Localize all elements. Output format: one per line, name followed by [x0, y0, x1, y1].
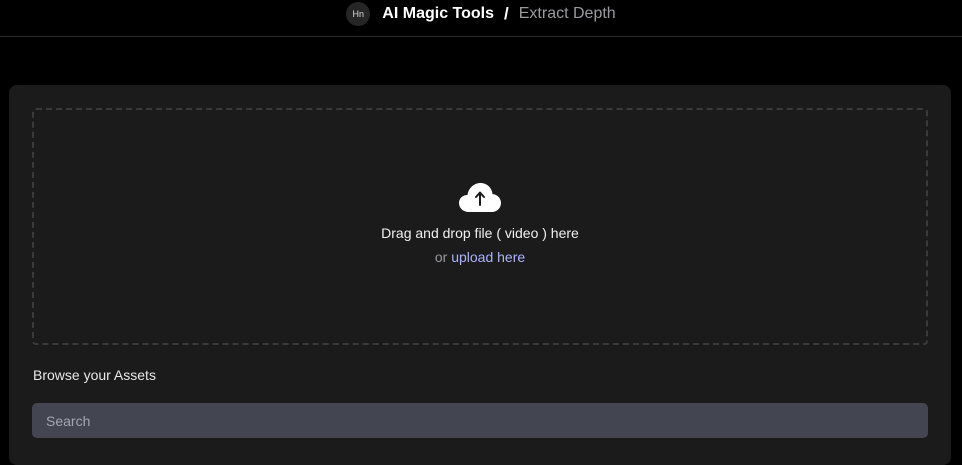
- dropzone-instruction: Drag and drop file ( video ) here: [381, 225, 579, 241]
- breadcrumb: Hn AI Magic Tools / Extract Depth: [346, 2, 616, 26]
- browse-assets-label: Browse your Assets: [33, 367, 156, 383]
- app-title-link[interactable]: AI Magic Tools: [382, 5, 494, 23]
- upload-line: or upload here: [435, 249, 525, 265]
- upload-panel: Drag and drop file ( video ) here or upl…: [9, 85, 951, 465]
- search-input[interactable]: [32, 403, 928, 438]
- file-dropzone[interactable]: Drag and drop file ( video ) here or upl…: [32, 108, 928, 345]
- or-text: or: [434, 249, 448, 265]
- breadcrumb-separator: /: [504, 4, 509, 23]
- avatar[interactable]: Hn: [346, 2, 371, 26]
- top-bar: Hn AI Magic Tools / Extract Depth: [0, 0, 962, 37]
- cloud-upload-icon: [459, 183, 501, 212]
- upload-here-link[interactable]: upload here: [451, 249, 525, 265]
- page-title: Extract Depth: [518, 5, 616, 22]
